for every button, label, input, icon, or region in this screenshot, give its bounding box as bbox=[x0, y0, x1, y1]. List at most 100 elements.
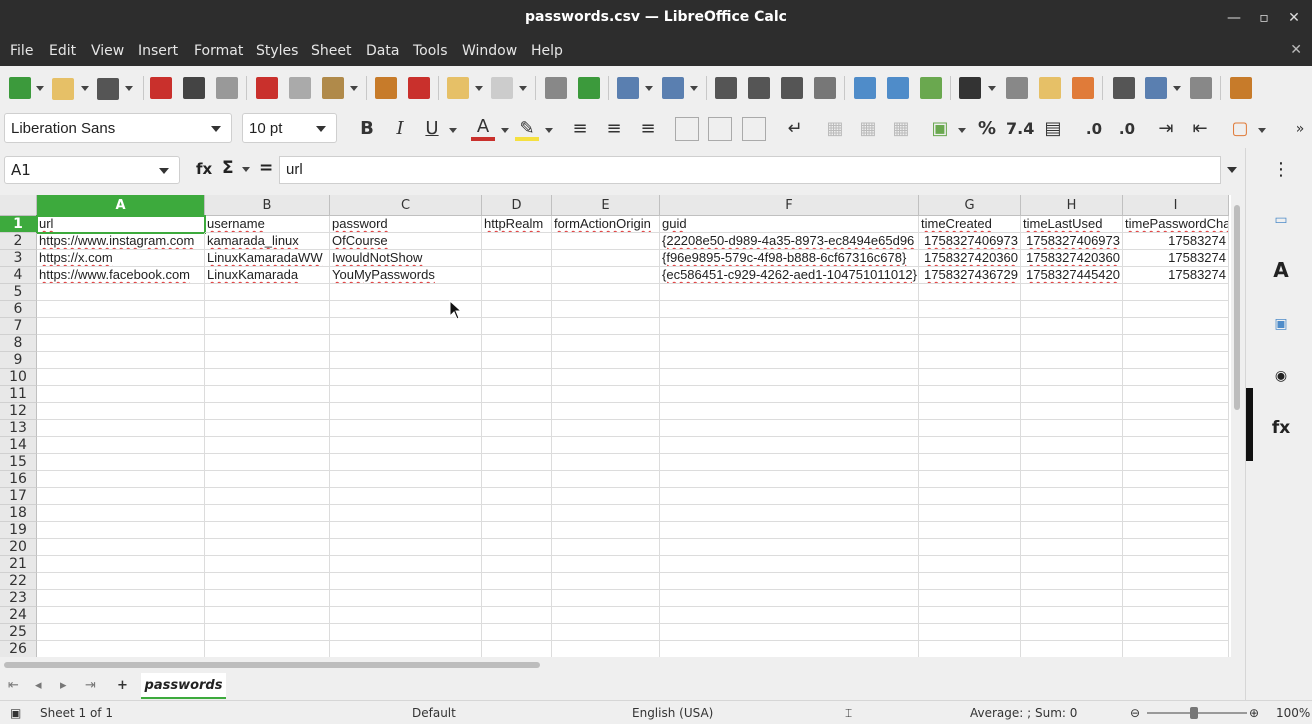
sort-ascending-icon[interactable] bbox=[748, 77, 770, 99]
cell-G22[interactable] bbox=[919, 573, 1021, 590]
cell-I25[interactable] bbox=[1123, 624, 1229, 641]
gallery-icon[interactable]: ▣ bbox=[1269, 312, 1293, 336]
zoom-slider-handle[interactable] bbox=[1190, 707, 1198, 719]
cell-C5[interactable] bbox=[330, 284, 482, 301]
row-header-1[interactable]: 1 bbox=[0, 216, 37, 233]
cell-A21[interactable] bbox=[37, 556, 205, 573]
cell-G7[interactable] bbox=[919, 318, 1021, 335]
date-format-icon[interactable]: ▤ bbox=[1041, 117, 1065, 141]
cell-C2[interactable]: OfCourse bbox=[330, 233, 482, 250]
new-document-icon[interactable] bbox=[9, 77, 31, 99]
chevron-down-icon[interactable] bbox=[36, 86, 44, 91]
cut-icon[interactable] bbox=[256, 77, 278, 99]
document-modified-icon[interactable]: ▣ bbox=[10, 706, 21, 720]
menu-view[interactable]: View bbox=[91, 43, 124, 59]
copy-icon[interactable] bbox=[289, 77, 311, 99]
comment-icon[interactable] bbox=[1039, 77, 1061, 99]
cell-C12[interactable] bbox=[330, 403, 482, 420]
cell-A3[interactable]: https://x.com bbox=[37, 250, 205, 267]
chevron-down-icon[interactable] bbox=[449, 128, 457, 133]
chevron-down-icon[interactable] bbox=[242, 167, 250, 172]
cell-G5[interactable] bbox=[919, 284, 1021, 301]
chevron-down-icon[interactable] bbox=[350, 86, 358, 91]
cell-F26[interactable] bbox=[660, 641, 919, 657]
cell-H19[interactable] bbox=[1021, 522, 1123, 539]
previous-sheet-icon[interactable]: ◂ bbox=[35, 678, 42, 693]
column-icon[interactable] bbox=[662, 77, 684, 99]
cell-I9[interactable] bbox=[1123, 352, 1229, 369]
cell-D23[interactable] bbox=[482, 590, 552, 607]
cell-D13[interactable] bbox=[482, 420, 552, 437]
cell-I18[interactable] bbox=[1123, 505, 1229, 522]
add-decimal-icon[interactable]: .0 bbox=[1080, 117, 1108, 141]
cell-G8[interactable] bbox=[919, 335, 1021, 352]
cell-A14[interactable] bbox=[37, 437, 205, 454]
chevron-down-icon[interactable] bbox=[645, 86, 653, 91]
cell-I4[interactable]: 17583274 bbox=[1123, 267, 1229, 284]
cell-C11[interactable] bbox=[330, 386, 482, 403]
close-document-icon[interactable]: ✕ bbox=[1290, 42, 1302, 58]
cell-A24[interactable] bbox=[37, 607, 205, 624]
cell-G11[interactable] bbox=[919, 386, 1021, 403]
cell-I22[interactable] bbox=[1123, 573, 1229, 590]
chevron-down-icon[interactable] bbox=[988, 86, 996, 91]
cell-B5[interactable] bbox=[205, 284, 330, 301]
cell-D22[interactable] bbox=[482, 573, 552, 590]
sidebar-menu-icon[interactable]: ⋮ bbox=[1269, 158, 1293, 182]
cell-C25[interactable] bbox=[330, 624, 482, 641]
menu-sheet[interactable]: Sheet bbox=[311, 43, 351, 59]
italic-icon[interactable]: I bbox=[388, 117, 412, 141]
cell-I2[interactable]: 17583274 bbox=[1123, 233, 1229, 250]
add-sheet-icon[interactable]: + bbox=[117, 678, 128, 693]
cell-C13[interactable] bbox=[330, 420, 482, 437]
cell-E5[interactable] bbox=[552, 284, 660, 301]
cell-F7[interactable] bbox=[660, 318, 919, 335]
cell-A13[interactable] bbox=[37, 420, 205, 437]
highlight-color-icon[interactable]: ✎ bbox=[515, 117, 539, 141]
cell-F5[interactable] bbox=[660, 284, 919, 301]
cell-A23[interactable] bbox=[37, 590, 205, 607]
cell-I14[interactable] bbox=[1123, 437, 1229, 454]
cell-C24[interactable] bbox=[330, 607, 482, 624]
cell-H9[interactable] bbox=[1021, 352, 1123, 369]
cell-I7[interactable] bbox=[1123, 318, 1229, 335]
cell-A1[interactable]: url bbox=[36, 215, 206, 234]
save-icon[interactable] bbox=[97, 78, 119, 100]
cell-I24[interactable] bbox=[1123, 607, 1229, 624]
cell-B18[interactable] bbox=[205, 505, 330, 522]
row-header-14[interactable]: 14 bbox=[0, 437, 37, 454]
menu-styles[interactable]: Styles bbox=[256, 43, 298, 59]
paste-icon[interactable] bbox=[322, 77, 344, 99]
show-draw-functions-icon[interactable] bbox=[1230, 77, 1252, 99]
row-icon[interactable] bbox=[617, 77, 639, 99]
row-header-4[interactable]: 4 bbox=[0, 267, 37, 284]
cell-F11[interactable] bbox=[660, 386, 919, 403]
cell-D25[interactable] bbox=[482, 624, 552, 641]
cell-E4[interactable] bbox=[552, 267, 660, 284]
cell-A2[interactable]: https://www.instagram.com bbox=[37, 233, 205, 250]
cell-C19[interactable] bbox=[330, 522, 482, 539]
cell-D10[interactable] bbox=[482, 369, 552, 386]
cell-B25[interactable] bbox=[205, 624, 330, 641]
cell-I13[interactable] bbox=[1123, 420, 1229, 437]
cell-G14[interactable] bbox=[919, 437, 1021, 454]
currency-format-icon[interactable]: ▣ bbox=[928, 117, 952, 141]
center-vertically-icon[interactable] bbox=[708, 117, 732, 141]
cell-C7[interactable] bbox=[330, 318, 482, 335]
zoom-in-icon[interactable]: ⊕ bbox=[1249, 706, 1259, 720]
cell-D24[interactable] bbox=[482, 607, 552, 624]
chevron-down-icon[interactable] bbox=[1173, 86, 1181, 91]
chevron-down-icon[interactable] bbox=[159, 168, 169, 174]
cell-D26[interactable] bbox=[482, 641, 552, 657]
merge-cells-icon[interactable]: ▦ bbox=[823, 117, 847, 141]
cell-B10[interactable] bbox=[205, 369, 330, 386]
cell-C9[interactable] bbox=[330, 352, 482, 369]
row-header-9[interactable]: 9 bbox=[0, 352, 37, 369]
cell-E13[interactable] bbox=[552, 420, 660, 437]
cell-E14[interactable] bbox=[552, 437, 660, 454]
cell-E12[interactable] bbox=[552, 403, 660, 420]
row-header-12[interactable]: 12 bbox=[0, 403, 37, 420]
chevron-down-icon[interactable] bbox=[501, 128, 509, 133]
cell-B12[interactable] bbox=[205, 403, 330, 420]
function-wizard-icon[interactable]: fx bbox=[196, 160, 212, 178]
